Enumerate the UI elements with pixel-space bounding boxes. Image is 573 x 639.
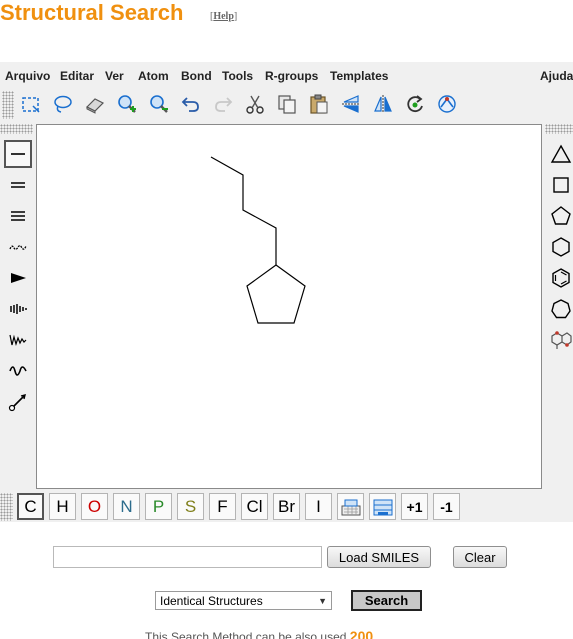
footer-number: 200 bbox=[349, 628, 374, 639]
element-o-label: O bbox=[87, 496, 102, 516]
paste-icon[interactable] bbox=[306, 91, 332, 117]
menu-templates[interactable]: Templates bbox=[330, 69, 388, 83]
undo-icon[interactable] bbox=[178, 91, 204, 117]
benzene-ring-icon[interactable] bbox=[548, 265, 573, 291]
help-bracket-close: ] bbox=[233, 11, 238, 22]
element-p-button[interactable]: P bbox=[145, 493, 172, 520]
clean-structure-icon[interactable] bbox=[434, 91, 460, 117]
hexagon-ring-icon[interactable] bbox=[548, 234, 573, 260]
smiles-input[interactable] bbox=[53, 546, 322, 568]
menu-atom[interactable]: Atom bbox=[138, 69, 169, 83]
menu-tools[interactable]: Tools bbox=[222, 69, 253, 83]
page-title: Structural Search bbox=[0, 0, 184, 25]
charge-minus-label: -1 bbox=[440, 498, 453, 515]
element-c-label: C bbox=[24, 496, 37, 516]
menu-bar: Arquivo Editar Ver Atom Bond Tools R-gro… bbox=[0, 67, 573, 87]
element-n-button[interactable]: N bbox=[113, 493, 140, 520]
charge-minus-button[interactable]: -1 bbox=[433, 493, 460, 520]
element-br-button[interactable]: Br bbox=[273, 493, 300, 520]
triangle-ring-icon[interactable] bbox=[548, 141, 573, 167]
zoom-in-icon[interactable] bbox=[114, 91, 140, 117]
element-cl-label: Cl bbox=[246, 496, 263, 516]
element-c-button[interactable]: C bbox=[17, 493, 44, 520]
zigzag-bond-icon[interactable] bbox=[5, 327, 31, 353]
element-h-button[interactable]: H bbox=[49, 493, 76, 520]
molecule-structure bbox=[210, 156, 306, 324]
square-ring-icon[interactable] bbox=[548, 172, 573, 198]
search-button[interactable]: Search bbox=[351, 590, 422, 611]
element-i-label: I bbox=[316, 496, 321, 516]
toolbar-grip[interactable] bbox=[2, 91, 14, 119]
element-br-label: Br bbox=[278, 496, 295, 516]
eraser-icon[interactable] bbox=[82, 91, 108, 117]
help-link[interactable]: Help bbox=[213, 11, 234, 22]
zoom-out-icon[interactable] bbox=[146, 91, 172, 117]
element-o-button[interactable]: O bbox=[81, 493, 108, 520]
hash-bond-icon[interactable] bbox=[5, 296, 31, 322]
right-toolbar-grip[interactable] bbox=[545, 124, 573, 134]
cut-icon[interactable] bbox=[242, 91, 268, 117]
rotate-icon[interactable] bbox=[402, 91, 428, 117]
template-icon[interactable] bbox=[548, 327, 573, 353]
double-bond-icon[interactable] bbox=[5, 172, 31, 198]
chevron-down-icon: ▼ bbox=[318, 595, 327, 606]
element-cl-button[interactable]: Cl bbox=[241, 493, 268, 520]
element-s-button[interactable]: S bbox=[177, 493, 204, 520]
triple-bond-icon[interactable] bbox=[5, 203, 31, 229]
menu-r-groups[interactable]: R-groups bbox=[265, 69, 318, 83]
flip-horizontal-icon[interactable] bbox=[338, 91, 364, 117]
atom-list-icon[interactable] bbox=[369, 493, 396, 520]
footer-message: This Search Method can be also used bbox=[145, 630, 347, 639]
menu-ajuda[interactable]: Ajuda bbox=[540, 69, 573, 83]
element-h-label: H bbox=[56, 496, 69, 516]
menu-editar[interactable]: Editar bbox=[60, 69, 94, 83]
copy-icon[interactable] bbox=[274, 91, 300, 117]
flip-vertical-icon[interactable] bbox=[370, 91, 396, 117]
element-i-button[interactable]: I bbox=[305, 493, 332, 520]
left-toolbar-grip[interactable] bbox=[0, 124, 33, 134]
search-mode-select[interactable]: Identical Structures ▼ bbox=[155, 591, 332, 610]
select-rectangle-icon[interactable] bbox=[18, 91, 44, 117]
element-n-label: N bbox=[120, 496, 133, 516]
menu-arquivo[interactable]: Arquivo bbox=[5, 69, 50, 83]
menu-ver[interactable]: Ver bbox=[105, 69, 124, 83]
any-bond-icon[interactable] bbox=[5, 234, 31, 260]
lasso-icon[interactable] bbox=[50, 91, 76, 117]
element-f-label: F bbox=[217, 496, 228, 516]
search-mode-value: Identical Structures bbox=[160, 593, 263, 608]
drawing-canvas[interactable] bbox=[36, 124, 542, 489]
element-toolbar-grip[interactable] bbox=[0, 493, 13, 521]
charge-plus-button[interactable]: +1 bbox=[401, 493, 428, 520]
pentagon-ring-icon[interactable] bbox=[548, 203, 573, 229]
element-f-button[interactable]: F bbox=[209, 493, 236, 520]
help-link-wrapper: [Help] bbox=[210, 11, 237, 22]
menu-bond[interactable]: Bond bbox=[181, 69, 212, 83]
charge-plus-label: +1 bbox=[406, 498, 423, 515]
clear-button[interactable]: Clear bbox=[453, 546, 507, 568]
chain-icon[interactable] bbox=[5, 389, 31, 415]
wavy-bond-icon[interactable] bbox=[5, 358, 31, 384]
element-s-label: S bbox=[184, 496, 197, 516]
heptagon-ring-icon[interactable] bbox=[548, 296, 573, 322]
wedge-bond-icon[interactable] bbox=[5, 265, 31, 291]
footer-text: This Search Method can be also used 200 bbox=[145, 628, 373, 639]
element-p-label: P bbox=[152, 496, 165, 516]
periodic-table-icon[interactable] bbox=[337, 493, 364, 520]
single-bond-icon[interactable] bbox=[4, 140, 32, 168]
load-smiles-button[interactable]: Load SMILES bbox=[327, 546, 431, 568]
redo-icon[interactable] bbox=[210, 91, 236, 117]
